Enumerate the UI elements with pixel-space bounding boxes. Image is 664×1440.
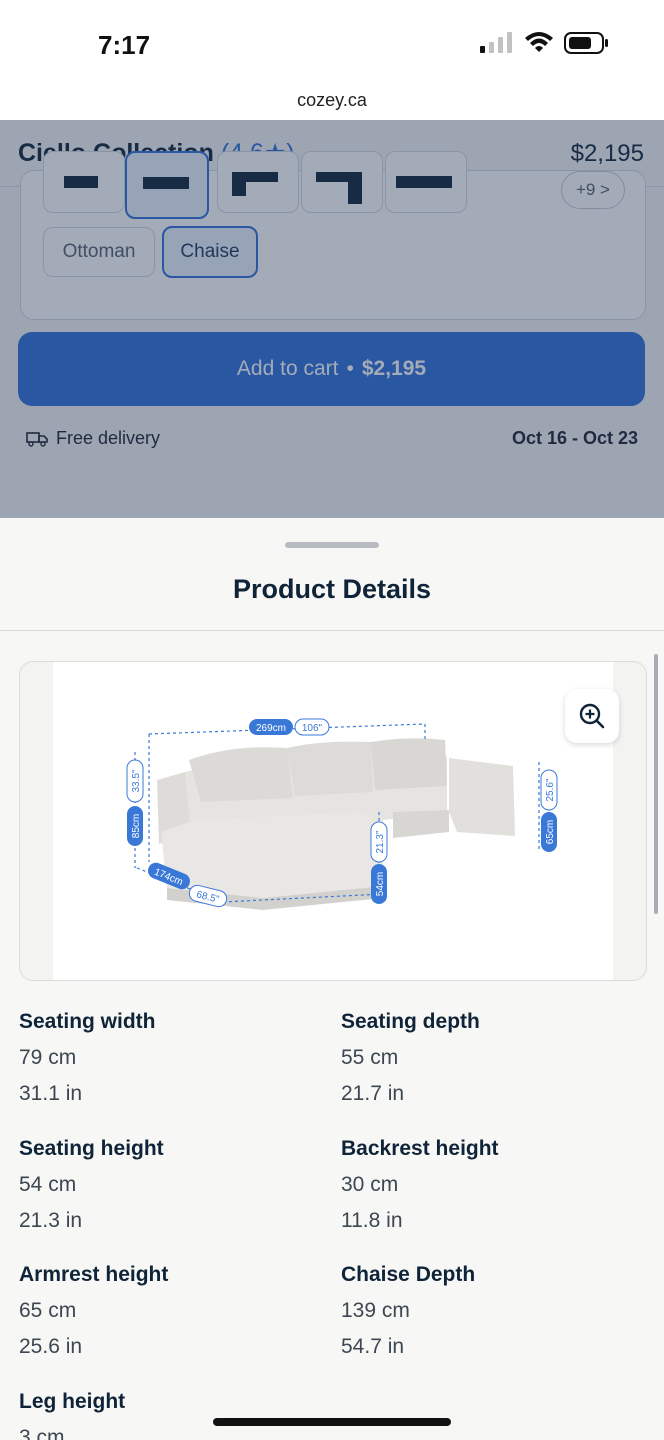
label-arm-cm: 65cm	[545, 820, 556, 844]
scrollbar[interactable]	[654, 654, 658, 914]
sheet-title: Product Details	[232, 574, 432, 604]
label-width-cm: 269cm	[256, 723, 286, 734]
label-seat-in: 21.3"	[375, 830, 386, 853]
spec-chaise-depth: Chaise Depth 139 cm 54.7 in	[341, 1263, 475, 1359]
spec-label: Seating height	[19, 1137, 164, 1160]
zoom-button[interactable]	[565, 689, 619, 743]
sofa-dimension-svg: 269cm 106" 33.5" 85cm 174cm 68.5" 21.3" …	[126, 718, 558, 910]
home-indicator[interactable]	[213, 1418, 451, 1426]
spec-metric: 65 cm	[19, 1299, 77, 1322]
spec-imperial: 54.7 in	[341, 1335, 405, 1358]
spec-seating-height: Seating height 54 cm 21.3 in	[19, 1137, 164, 1233]
spec-metric: 55 cm	[341, 1046, 399, 1069]
status-icons	[480, 32, 610, 54]
spec-imperial: 21.7 in	[341, 1082, 405, 1105]
spec-leg-height: Leg height 3 cm	[19, 1390, 125, 1440]
spec-metric: 54 cm	[19, 1173, 77, 1196]
signal-icon	[480, 32, 512, 53]
dimension-diagram: 269cm 106" 33.5" 85cm 174cm 68.5" 21.3" …	[53, 662, 613, 980]
sofa-illustration	[157, 738, 515, 910]
status-time: 7:17	[98, 30, 151, 60]
url-bar[interactable]: cozey.ca	[0, 90, 664, 111]
spec-metric: 30 cm	[341, 1173, 399, 1196]
spec-metric: 79 cm	[19, 1046, 77, 1069]
spec-imperial: 31.1 in	[19, 1082, 83, 1105]
spec-label: Leg height	[19, 1390, 126, 1413]
wifi-icon	[525, 32, 553, 52]
spec-label: Chaise Depth	[341, 1263, 476, 1286]
spec-armrest-height: Armrest height 65 cm 25.6 in	[19, 1263, 168, 1359]
spec-metric: 139 cm	[341, 1299, 410, 1322]
spec-seating-depth: Seating depth 55 cm 21.7 in	[341, 1010, 480, 1106]
spec-backrest-height: Backrest height 30 cm 11.8 in	[341, 1137, 499, 1233]
label-back-in: 33.5"	[131, 769, 142, 792]
sheet-drag-handle[interactable]	[285, 542, 379, 548]
label-seat-cm: 54cm	[375, 872, 386, 896]
spec-metric: 3 cm	[19, 1426, 65, 1440]
status-bar: 7:17 cozey.ca	[0, 0, 664, 120]
spec-label: Seating depth	[341, 1010, 480, 1033]
label-height-cm: 85cm	[131, 814, 142, 838]
spec-seating-width: Seating width 79 cm 31.1 in	[19, 1010, 156, 1106]
spec-label: Armrest height	[19, 1263, 169, 1286]
spec-label: Backrest height	[341, 1137, 499, 1160]
spec-label: Seating width	[19, 1010, 156, 1033]
label-width-in: 106"	[302, 723, 323, 734]
battery-icon	[564, 32, 608, 54]
spec-imperial: 21.3 in	[19, 1209, 83, 1232]
spec-imperial: 11.8 in	[341, 1209, 403, 1232]
modal-backdrop[interactable]	[0, 120, 664, 518]
spec-imperial: 25.6 in	[19, 1335, 83, 1358]
product-details-sheet: Product Details 269cm 106" 33.5" 85cm 17…	[0, 518, 664, 1440]
sheet-divider	[0, 630, 664, 631]
label-arm-in: 25.6"	[545, 778, 556, 801]
zoom-in-icon	[579, 703, 605, 729]
dimension-image-card: 269cm 106" 33.5" 85cm 174cm 68.5" 21.3" …	[19, 661, 647, 981]
